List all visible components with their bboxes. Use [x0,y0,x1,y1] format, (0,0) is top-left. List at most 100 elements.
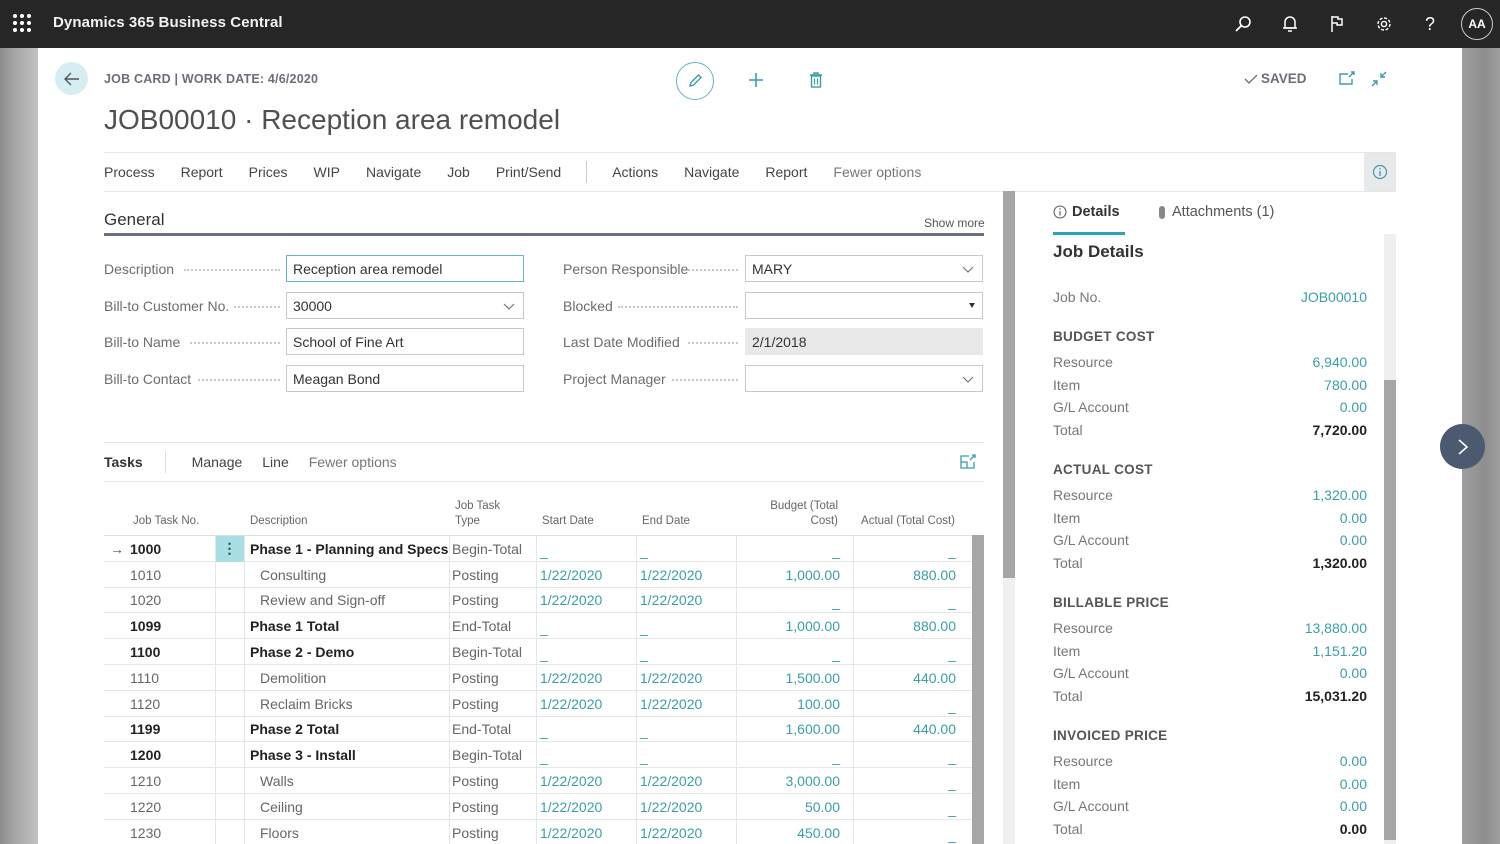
delete-button[interactable] [804,68,828,92]
edit-button[interactable] [676,62,714,100]
factbox-row-value[interactable]: 0.00 [1340,510,1367,526]
gear-icon[interactable] [1371,11,1397,37]
cell-no[interactable]: 1110 [130,665,210,691]
task-row[interactable]: 1010ConsultingPosting1/22/20201/22/20201… [104,562,984,588]
cell-start[interactable]: 1/22/2020 [540,588,634,614]
factbox-scrollbar[interactable] [1384,234,1396,844]
factbox-row-value[interactable]: 0.00 [1340,776,1367,792]
cell-description[interactable]: Demolition [250,665,446,691]
factbox-row-value[interactable]: 13,880.00 [1305,620,1367,636]
cell-start[interactable]: 1/22/2020 [540,691,634,717]
task-row[interactable]: 1220CeilingPosting1/22/20201/22/202050.0… [104,794,984,820]
cell-description[interactable]: Reclaim Bricks [250,691,446,717]
cell-no[interactable]: 1120 [130,691,210,717]
task-row[interactable]: 1110DemolitionPosting1/22/20201/22/20201… [104,665,984,691]
cell-start[interactable]: 1/22/2020 [540,562,634,588]
cell-actual[interactable]: _ [856,768,956,794]
task-row[interactable]: 1199Phase 2 TotalEnd-Total__1,600.00440.… [104,717,984,743]
cell-actual[interactable]: _ [856,742,956,768]
cell-start[interactable]: 1/22/2020 [540,665,634,691]
cell-no[interactable]: 1100 [130,639,210,665]
col-header-start-date[interactable]: Start Date [542,514,594,529]
cell-actual[interactable]: _ [856,536,956,562]
description-input[interactable]: Reception area remodel [286,255,524,282]
cell-no[interactable]: 1210 [130,768,210,794]
cell-description[interactable]: Walls [250,768,446,794]
action-print-send[interactable]: Print/Send [496,164,561,180]
action-report[interactable]: Report [181,164,223,180]
bill-to-customer-input[interactable]: 30000 [286,292,524,319]
cell-start[interactable]: _ [540,613,634,639]
action-navigate[interactable]: Navigate [366,164,421,180]
cell-budget[interactable]: _ [740,639,840,665]
action-report-secondary[interactable]: Report [765,164,807,180]
action-job[interactable]: Job [447,164,470,180]
back-button[interactable] [55,62,88,95]
main-scrollbar-thumb[interactable] [1003,191,1015,578]
factbox-row-value[interactable]: 0.00 [1340,399,1367,415]
chevron-down-icon[interactable] [503,300,515,312]
bill-to-name-input[interactable]: School of Fine Art [286,328,524,355]
factbox-row-value[interactable]: 0.00 [1340,798,1367,814]
collapse-button[interactable] [1370,70,1390,90]
fewer-options-button[interactable]: Fewer options [833,164,921,180]
show-more-link[interactable]: Show more [924,216,985,230]
cell-budget[interactable]: 450.00 [740,820,840,844]
cell-description[interactable]: Floors [250,820,446,844]
cell-actual[interactable]: 440.00 [856,665,956,691]
col-header-budget[interactable]: Budget (Total Cost) [770,499,838,529]
col-header-actual[interactable]: Actual (Total Cost) [861,514,955,529]
action-process[interactable]: Process [104,164,155,180]
tasks-line-button[interactable]: Line [262,454,288,470]
cell-budget[interactable]: 1,000.00 [740,562,840,588]
cell-description[interactable]: Consulting [250,562,446,588]
cell-budget[interactable]: _ [740,588,840,614]
factbox-row-value[interactable]: 1,151.20 [1313,643,1368,659]
person-responsible-input[interactable]: MARY [745,255,983,282]
cell-end[interactable]: 1/22/2020 [640,562,734,588]
cell-start[interactable]: 1/22/2020 [540,768,634,794]
task-row[interactable]: →⋮1000Phase 1 - Planning and SpecsBegin-… [104,536,984,562]
cell-end[interactable]: 1/22/2020 [640,768,734,794]
task-row[interactable]: 1100Phase 2 - DemoBegin-Total____ [104,639,984,665]
chevron-down-icon[interactable] [962,263,974,275]
cell-no[interactable]: 1200 [130,742,210,768]
factbox-row-value[interactable]: 780.00 [1324,377,1367,393]
next-record-button[interactable] [1440,424,1485,469]
cell-description[interactable]: Phase 2 - Demo [250,639,446,665]
action-actions[interactable]: Actions [612,164,658,180]
cell-no[interactable]: 1000 [130,536,210,562]
search-icon[interactable] [1230,11,1256,37]
cell-actual[interactable]: _ [856,588,956,614]
cell-description[interactable]: Phase 1 - Planning and Specs [250,536,446,562]
tasks-grid-scrollbar[interactable] [972,535,984,844]
cell-budget[interactable]: _ [740,536,840,562]
factbox-tab-attachments[interactable]: Attachments (1) [1157,204,1274,220]
col-header-job-task-no[interactable]: Job Task No. [133,514,199,529]
cell-end[interactable]: _ [640,536,734,562]
factbox-scrollbar-thumb[interactable] [1384,380,1396,840]
cell-description[interactable]: Ceiling [250,794,446,820]
factbox-row-value[interactable]: 1,320.00 [1313,487,1368,503]
cell-actual[interactable]: _ [856,639,956,665]
new-button[interactable] [744,68,768,92]
factbox-toggle-button[interactable] [1364,153,1396,191]
task-row[interactable]: 1200Phase 3 - InstallBegin-Total____ [104,742,984,768]
cell-description[interactable]: Phase 2 Total [250,717,446,743]
cell-start[interactable]: _ [540,742,634,768]
cell-start[interactable]: 1/22/2020 [540,794,634,820]
task-row[interactable]: 1020Review and Sign-offPosting1/22/20201… [104,588,984,614]
col-header-end-date[interactable]: End Date [642,514,690,529]
cell-no[interactable]: 1220 [130,794,210,820]
cell-no[interactable]: 1010 [130,562,210,588]
cell-actual[interactable]: _ [856,820,956,844]
factbox-row-value[interactable]: 0.00 [1340,665,1367,681]
main-scrollbar[interactable] [1003,191,1015,844]
cell-actual[interactable]: 880.00 [856,562,956,588]
flag-icon[interactable] [1324,11,1350,37]
action-prices[interactable]: Prices [249,164,288,180]
factbox-row-value[interactable]: 0.00 [1340,532,1367,548]
cell-end[interactable]: 1/22/2020 [640,691,734,717]
help-icon[interactable]: ? [1417,11,1443,37]
cell-description[interactable]: Review and Sign-off [250,588,446,614]
